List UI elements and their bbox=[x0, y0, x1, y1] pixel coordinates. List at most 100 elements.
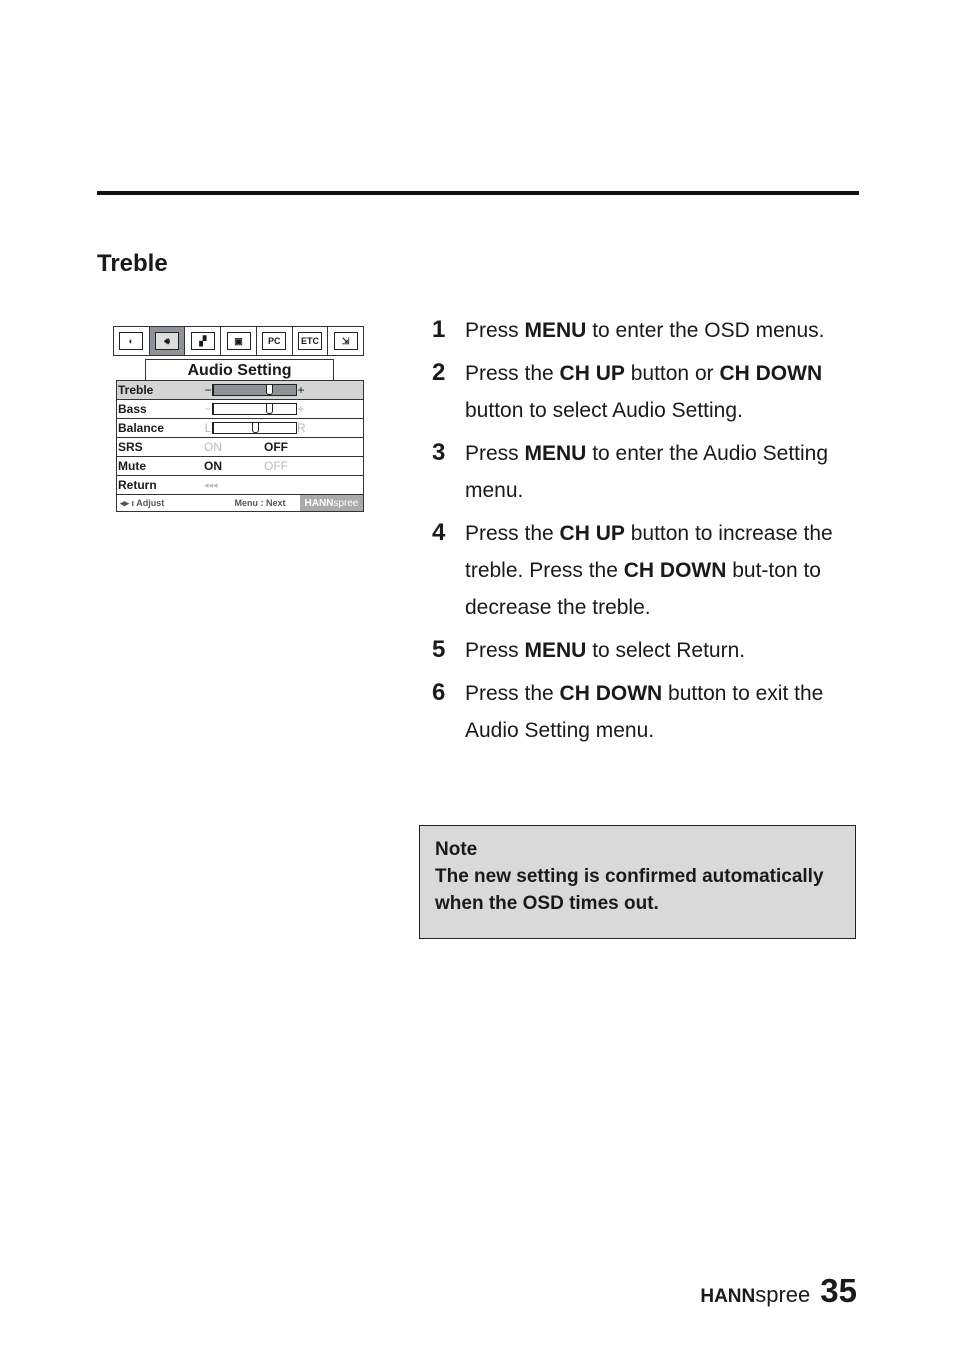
picture-icon: ▞ bbox=[190, 332, 215, 350]
top-rule bbox=[97, 191, 859, 195]
step-number: 4 bbox=[432, 519, 446, 546]
return-arrow-icon: ◂◂◂ bbox=[204, 479, 218, 490]
osd-title: Audio Setting bbox=[145, 359, 334, 380]
page-number: 35 bbox=[820, 1272, 857, 1309]
osd-tab-tv: ▣ bbox=[221, 327, 257, 355]
etc-icon: ETC bbox=[297, 332, 322, 350]
osd-tab-brightness: ◐ bbox=[114, 327, 150, 355]
brand-bold: HANN bbox=[304, 497, 334, 509]
pc-icon: PC bbox=[262, 332, 287, 350]
step-text-part: to enter the OSD menus. bbox=[586, 319, 825, 342]
brand-logo: HANNspree bbox=[700, 1282, 810, 1308]
step-text: Press the CH UP button to increase the t… bbox=[465, 515, 852, 626]
adjust-hint: ◂▸ ı Adjust bbox=[120, 497, 165, 508]
step-number: 2 bbox=[432, 359, 446, 386]
slider-track bbox=[212, 384, 297, 396]
step-text-part: Press bbox=[465, 442, 525, 465]
step-item: 3 Press MENU to enter the Audio Setting m… bbox=[432, 435, 852, 509]
step-keyword: CH UP bbox=[559, 362, 625, 385]
step-keyword: CH DOWN bbox=[559, 682, 663, 705]
slider-thumb bbox=[265, 403, 273, 414]
osd-tab-bar: ◐ 🔊︎ ▞ ▣ PC ETC ⇲ bbox=[113, 326, 364, 356]
osd-row-srs: SRS ON OFF bbox=[117, 438, 363, 457]
osd-settings-table: Treble − + Bass − + Balance L R SRS ON O… bbox=[116, 380, 364, 512]
step-text: Press the CH DOWN button to exit the Aud… bbox=[465, 675, 852, 749]
osd-tab-etc: ETC bbox=[292, 327, 329, 355]
step-keyword: CH DOWN bbox=[623, 559, 727, 582]
osd-tab-pc: PC bbox=[256, 327, 293, 355]
slider-thumb bbox=[265, 384, 273, 395]
osd-tab-picture: ▞ bbox=[185, 327, 222, 355]
brand-bold: HANN bbox=[700, 1286, 756, 1307]
step-number: 6 bbox=[432, 679, 446, 706]
step-text-part: button to select Audio Setting. bbox=[465, 399, 743, 422]
step-text-part: Press bbox=[465, 319, 525, 342]
note-box: Note The new setting is confirmed automa… bbox=[419, 825, 856, 939]
return-label: Return bbox=[118, 478, 157, 492]
plus-icon: + bbox=[297, 402, 305, 416]
osd-row-return: Return ◂◂◂ bbox=[117, 476, 363, 495]
step-keyword: CH UP bbox=[559, 522, 625, 545]
mute-label: Mute bbox=[118, 459, 146, 473]
balance-slider: L R bbox=[204, 421, 306, 435]
step-number: 1 bbox=[432, 316, 446, 343]
plus-icon: + bbox=[297, 383, 305, 397]
balance-label: Balance bbox=[118, 421, 165, 435]
minus-icon: − bbox=[204, 402, 212, 416]
brand-light: spree bbox=[755, 1282, 811, 1307]
step-number: 3 bbox=[432, 439, 446, 466]
step-text-part: button or bbox=[624, 362, 720, 385]
exit-icon: ⇲ bbox=[333, 332, 358, 350]
step-number: 5 bbox=[432, 636, 446, 663]
step-text-part: Press bbox=[465, 639, 525, 662]
osd-brand-logo: HANN spree bbox=[300, 495, 363, 511]
step-keyword: CH DOWN bbox=[719, 362, 823, 385]
osd-tab-exit: ⇲ bbox=[328, 327, 364, 355]
treble-slider: − + bbox=[204, 383, 305, 397]
minus-icon: − bbox=[204, 383, 212, 397]
left-label: L bbox=[204, 421, 212, 435]
right-label: R bbox=[297, 421, 306, 435]
step-text: Press MENU to enter the Audio Setting me… bbox=[465, 435, 852, 509]
step-item: 6 Press the CH DOWN button to exit the Au… bbox=[432, 675, 852, 749]
mute-off-option: OFF bbox=[264, 459, 288, 473]
step-list: 1 Press MENU to enter the OSD menus. 2 Pres… bbox=[432, 312, 852, 755]
step-text: Press MENU to enter the OSD menus. bbox=[465, 312, 852, 349]
bass-slider: − + bbox=[204, 402, 305, 416]
page-footer: HANNspree 35 bbox=[700, 1272, 857, 1310]
osd-row-mute: Mute ON OFF bbox=[117, 457, 363, 476]
slider-thumb bbox=[252, 422, 259, 433]
brightness-icon: ◐ bbox=[119, 332, 144, 350]
step-text: Press the CH UP button or CH DOWN button… bbox=[465, 355, 852, 429]
osd-row-bass: Bass − + bbox=[117, 400, 363, 419]
speaker-icon: 🔊︎ bbox=[155, 332, 180, 350]
step-text: Press MENU to select Return. bbox=[465, 632, 852, 669]
step-text-part: Press the bbox=[465, 522, 560, 545]
slider-track bbox=[212, 422, 297, 434]
treble-label: Treble bbox=[118, 383, 154, 397]
section-title: Treble bbox=[97, 250, 168, 277]
step-item: 2 Press the CH UP button or CH DOWN butto… bbox=[432, 355, 852, 429]
tv-icon: ▣ bbox=[226, 332, 251, 350]
step-keyword: MENU bbox=[524, 319, 587, 342]
step-text-part: Press the bbox=[465, 362, 560, 385]
step-text-part: Press the bbox=[465, 682, 560, 705]
slider-track bbox=[212, 403, 297, 415]
bass-label: Bass bbox=[118, 402, 147, 416]
osd-row-treble: Treble − + bbox=[117, 381, 363, 400]
step-item: 4 Press the CH UP button to increase the … bbox=[432, 515, 852, 626]
osd-footer: ◂▸ ı Adjust Menu : Next HANN spree bbox=[117, 495, 363, 511]
next-hint: Menu : Next bbox=[234, 498, 286, 508]
step-item: 5 Press MENU to select Return. bbox=[432, 632, 852, 669]
osd-row-balance: Balance L R bbox=[117, 419, 363, 438]
note-heading: Note bbox=[435, 839, 478, 860]
osd-tab-speaker: 🔊︎ bbox=[149, 327, 186, 355]
step-text-part: to select Return. bbox=[586, 639, 746, 662]
step-keyword: MENU bbox=[524, 442, 587, 465]
srs-off-option: OFF bbox=[264, 440, 288, 454]
srs-on-option: ON bbox=[204, 440, 222, 454]
srs-label: SRS bbox=[118, 440, 143, 454]
osd-menu-illustration: ◐ 🔊︎ ▞ ▣ PC ETC ⇲ Audio Setting Treble − + Bas… bbox=[113, 326, 364, 512]
step-item: 1 Press MENU to enter the OSD menus. bbox=[432, 312, 852, 349]
note-body: The new setting is confirmed automatical… bbox=[435, 866, 824, 914]
